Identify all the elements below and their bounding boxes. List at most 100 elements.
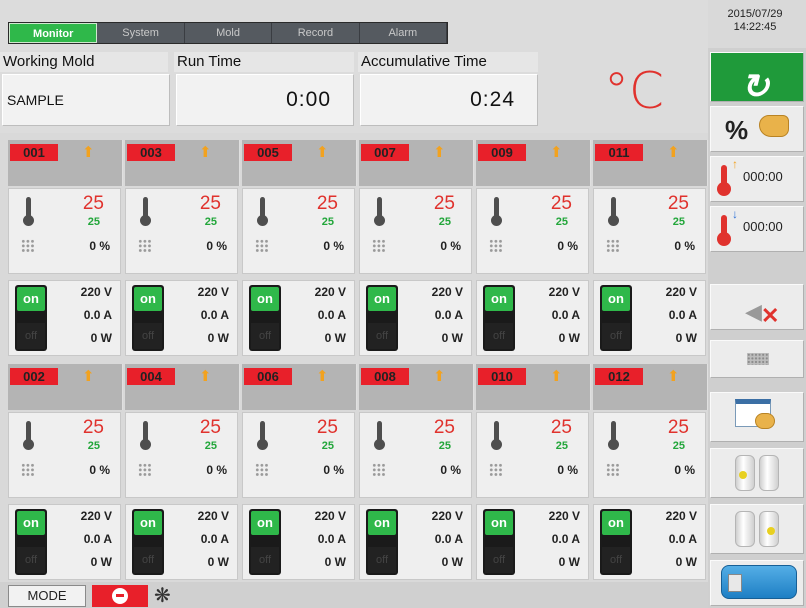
percent-mode-button[interactable]: % [710,106,804,152]
zone-temperature-panel[interactable]: 25 25 0 % [593,188,706,274]
close-icon: ✕ [761,303,780,328]
zone-power-switch[interactable]: on off [600,285,632,351]
tab-record[interactable]: Record [272,23,360,43]
zone-set-temp[interactable]: 25 [88,216,100,228]
zone-id[interactable]: 009 [478,144,526,161]
tab-monitor[interactable]: Monitor [9,23,98,43]
zone-power-switch[interactable]: on off [366,509,398,575]
zone-card[interactable]: 010 ⬆ 25 25 0 % on off 220 V 0.0 A 0 W [476,364,591,580]
zone-set-temp[interactable]: 25 [205,440,217,452]
switch-off-label: off [368,323,396,349]
zone-temperature-panel[interactable]: 25 25 0 % [359,188,472,274]
tab-alarm[interactable]: Alarm [360,23,448,43]
zone-id[interactable]: 005 [244,144,292,161]
zone-output-percent: 0 % [557,463,578,477]
zone-id[interactable]: 012 [595,368,643,385]
indicator-dot-icon [767,527,775,535]
zone-set-temp[interactable]: 25 [205,216,217,228]
zone-card[interactable]: 006 ⬆ 25 25 0 % on off 220 V 0.0 A 0 W [242,364,357,580]
zone-row-1: 001 ⬆ 25 25 0 % on off 220 V 0.0 A 0 W 003 ⬆ 25 25 0 %… [8,140,708,356]
zone-card[interactable]: 003 ⬆ 25 25 0 % on off 220 V 0.0 A 0 W [125,140,240,356]
zone-id[interactable]: 011 [595,144,643,161]
unit-celsius[interactable]: °C [604,62,664,120]
zone-power-switch[interactable]: on off [249,509,281,575]
zone-id[interactable]: 007 [361,144,409,161]
zone-card[interactable]: 004 ⬆ 25 25 0 % on off 220 V 0.0 A 0 W [125,364,240,580]
accumulative-time-label: Accumulative Time [358,52,538,72]
zone-temperature-panel[interactable]: 25 25 0 % [242,188,355,274]
mute-button[interactable]: ◀ ✕ [710,284,804,330]
roll-right-button[interactable] [710,504,804,554]
tab-mold[interactable]: Mold [185,23,273,43]
zone-card[interactable]: 008 ⬆ 25 25 0 % on off 220 V 0.0 A 0 W [359,364,474,580]
zone-power-switch[interactable]: on off [132,285,164,351]
zone-power-panel: on off 220 V 0.0 A 0 W [242,280,355,356]
mode-button[interactable]: MODE [8,585,86,607]
zone-id[interactable]: 004 [127,368,175,385]
zone-power-switch[interactable]: on off [483,509,515,575]
zone-set-temp[interactable]: 25 [439,440,451,452]
zone-power-switch[interactable]: on off [15,285,47,351]
zone-temperature-panel[interactable]: 25 25 0 % [125,188,238,274]
zone-id[interactable]: 001 [10,144,58,161]
zone-set-temp[interactable]: 25 [88,440,100,452]
zone-power-switch[interactable]: on off [249,285,281,351]
output-grid-icon [489,239,503,253]
zone-power-switch[interactable]: on off [366,285,398,351]
thermometer-icon [23,421,34,451]
zone-power: 0 W [441,331,463,345]
temp-fall-button[interactable]: ↓ 000:00 [710,206,804,252]
zone-temperature-panel[interactable]: 25 25 0 % [125,412,238,498]
zone-card[interactable]: 011 ⬆ 25 25 0 % on off 220 V 0.0 A 0 W [593,140,708,356]
zone-set-temp[interactable]: 25 [439,216,451,228]
zone-temperature-panel[interactable]: 25 25 0 % [593,412,706,498]
usb-button[interactable] [710,560,804,606]
zone-power-switch[interactable]: on off [132,509,164,575]
zone-card[interactable]: 002 ⬆ 25 25 0 % on off 220 V 0.0 A 0 W [8,364,123,580]
zone-id[interactable]: 010 [478,368,526,385]
zone-set-temp[interactable]: 25 [322,440,334,452]
zone-power-panel: on off 220 V 0.0 A 0 W [125,504,238,580]
zone-id[interactable]: 003 [127,144,175,161]
fan-icon[interactable]: ❋ [154,583,171,608]
zone-id[interactable]: 008 [361,368,409,385]
zone-set-temp[interactable]: 25 [556,440,568,452]
keyboard-button[interactable] [710,340,804,378]
zone-id[interactable]: 002 [10,368,58,385]
cycle-button[interactable]: ↻ [710,52,804,106]
zone-set-temp[interactable]: 25 [673,216,685,228]
zone-temperature-panel[interactable]: 25 25 0 % [476,188,589,274]
temp-rise-button[interactable]: ↑ 000:00 [710,156,804,202]
working-mold-value[interactable]: SAMPLE [2,74,170,126]
zone-set-temp[interactable]: 25 [556,216,568,228]
zone-power-switch[interactable]: on off [15,509,47,575]
tab-strip: Monitor System Mold Record Alarm [8,22,448,44]
zone-temperature-panel[interactable]: 25 25 0 % [8,188,121,274]
zone-power-switch[interactable]: on off [483,285,515,351]
zone-id[interactable]: 006 [244,368,292,385]
zone-power-switch[interactable]: on off [600,509,632,575]
zone-card[interactable]: 009 ⬆ 25 25 0 % on off 220 V 0.0 A 0 W [476,140,591,356]
zone-power-panel: on off 220 V 0.0 A 0 W [242,504,355,580]
calendar-button[interactable] [710,392,804,442]
zone-temperature-panel[interactable]: 25 25 0 % [242,412,355,498]
zone-temperature-panel[interactable]: 25 25 0 % [359,412,472,498]
zone-temperature-panel[interactable]: 25 25 0 % [8,412,121,498]
zone-current: 0.0 A [551,532,580,546]
zone-card[interactable]: 001 ⬆ 25 25 0 % on off 220 V 0.0 A 0 W [8,140,123,356]
zone-card[interactable]: 012 ⬆ 25 25 0 % on off 220 V 0.0 A 0 W [593,364,708,580]
stop-button[interactable] [92,585,148,607]
zone-set-temp[interactable]: 25 [322,216,334,228]
zone-actual-temp: 25 [82,417,104,438]
zone-card[interactable]: 005 ⬆ 25 25 0 % on off 220 V 0.0 A 0 W [242,140,357,356]
zone-power: 0 W [675,555,697,569]
zone-header: 009 ⬆ [476,140,591,186]
roll-left-button[interactable] [710,448,804,498]
zone-set-temp[interactable]: 25 [673,440,685,452]
thermometer-icon [374,421,385,451]
switch-on-label: on [602,287,630,311]
tab-system[interactable]: System [97,23,185,43]
zone-temperature-panel[interactable]: 25 25 0 % [476,412,589,498]
zone-card[interactable]: 007 ⬆ 25 25 0 % on off 220 V 0.0 A 0 W [359,140,474,356]
zone-header: 007 ⬆ [359,140,474,186]
